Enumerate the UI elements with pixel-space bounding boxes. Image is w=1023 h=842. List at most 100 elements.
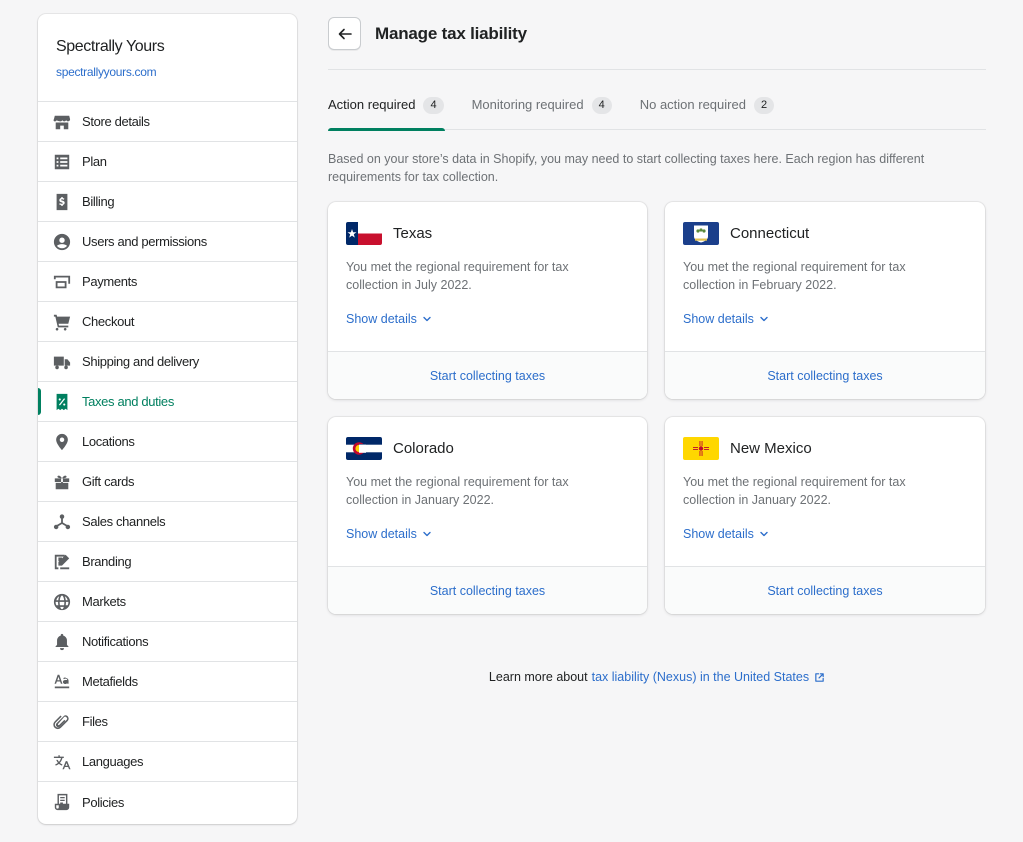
sidebar-item-label: Sales channels xyxy=(82,514,166,529)
show-details-link[interactable]: Show details xyxy=(346,527,432,541)
sidebar-item-policies[interactable]: Policies xyxy=(38,782,297,822)
tab-no-action-required[interactable]: No action required 2 xyxy=(639,96,775,130)
region-card-connecticut: Connecticut You met the regional require… xyxy=(665,202,985,399)
tab-label: Monitoring required xyxy=(471,97,584,112)
sidebar-item-label: Policies xyxy=(82,794,124,810)
chevron-down-icon xyxy=(760,316,768,322)
start-collecting-button[interactable]: Start collecting taxes xyxy=(665,566,985,614)
sidebar-item-label: Languages xyxy=(82,754,144,769)
page-title: Manage tax liability xyxy=(375,23,527,43)
region-name: New Mexico xyxy=(730,439,812,457)
tab-bar: Action required 4 Monitoring required 4 … xyxy=(328,70,986,131)
billing-icon xyxy=(52,192,72,212)
sidebar-item-label: Locations xyxy=(82,434,135,449)
sidebar-item-locations[interactable]: Locations xyxy=(38,422,297,462)
tab-action-required[interactable]: Action required 4 xyxy=(328,96,445,131)
region-card-texas: Texas You met the regional requirement f… xyxy=(328,202,647,399)
sidebar-item-branding[interactable]: Branding xyxy=(38,542,297,582)
sidebar-item-users-and-permissions[interactable]: Users and permissions xyxy=(38,222,297,262)
intro-text: Based on your store’s data in Shopify, y… xyxy=(328,152,925,184)
show-details-label: Show details xyxy=(346,527,417,541)
location-pin-icon xyxy=(52,432,72,452)
sidebar-item-label: Files xyxy=(82,714,108,729)
user-icon xyxy=(52,232,72,252)
sidebar-item-plan[interactable]: Plan xyxy=(38,142,297,182)
gift-icon xyxy=(52,472,72,492)
translate-icon xyxy=(52,752,72,772)
sidebar-item-label: Plan xyxy=(82,154,107,169)
tab-monitoring-required[interactable]: Monitoring required 4 xyxy=(472,96,612,130)
policy-icon xyxy=(52,792,72,812)
sidebar-item-shipping-and-delivery[interactable]: Shipping and delivery xyxy=(38,342,297,382)
requirement-text: You met the regional requirement for tax… xyxy=(683,260,906,292)
sidebar-item-label: Users and permissions xyxy=(82,234,207,249)
show-details-link[interactable]: Show details xyxy=(346,312,432,326)
sidebar-item-label: Billing xyxy=(82,194,115,209)
new-mexico-flag-icon xyxy=(683,436,719,460)
sidebar-item-label: Metafields xyxy=(82,674,138,689)
region-card-new-mexico: New Mexico You met the regional requirem… xyxy=(665,417,985,614)
tab-count-badge: 4 xyxy=(423,97,444,114)
tax-icon xyxy=(52,392,72,412)
requirement-text: You met the regional requirement for tax… xyxy=(346,475,569,507)
sidebar-item-files[interactable]: Files xyxy=(38,702,297,742)
sidebar-item-metafields[interactable]: Metafields xyxy=(38,662,297,702)
sidebar-item-notifications[interactable]: Notifications xyxy=(38,622,297,662)
tab-label: Action required xyxy=(328,97,416,112)
globe-icon xyxy=(52,592,72,612)
plan-icon xyxy=(52,152,72,172)
sidebar-item-payments[interactable]: Payments xyxy=(38,262,297,302)
texas-flag-icon xyxy=(346,221,382,245)
start-collecting-button[interactable]: Start collecting taxes xyxy=(328,566,647,614)
start-collecting-button[interactable]: Start collecting taxes xyxy=(665,351,985,399)
sidebar-item-checkout[interactable]: Checkout xyxy=(38,302,297,342)
sidebar-item-billing[interactable]: Billing xyxy=(38,182,297,222)
sidebar-item-store-details[interactable]: Store details xyxy=(38,102,297,142)
store-header: Spectrally Yours spectrallyyours.com xyxy=(38,14,297,102)
show-details-link[interactable]: Show details xyxy=(683,527,769,541)
sidebar-item-gift-cards[interactable]: Gift cards xyxy=(38,462,297,502)
connecticut-flag-icon xyxy=(683,221,719,245)
truck-icon xyxy=(52,352,72,372)
arrow-left-icon xyxy=(338,28,352,39)
chevron-down-icon xyxy=(423,531,431,537)
sidebar-item-label: Payments xyxy=(82,274,138,289)
show-details-label: Show details xyxy=(346,312,417,326)
tax-liability-link[interactable]: tax liability (Nexus) in the United Stat… xyxy=(592,670,809,684)
sidebar-item-label: Notifications xyxy=(82,634,149,649)
sidebar-item-markets[interactable]: Markets xyxy=(38,582,297,622)
page-header: Manage tax liability xyxy=(328,0,986,70)
requirement-text: You met the regional requirement for tax… xyxy=(346,260,569,292)
store-icon xyxy=(52,112,72,132)
sidebar-item-label: Taxes and duties xyxy=(82,394,174,409)
start-collecting-button[interactable]: Start collecting taxes xyxy=(328,351,647,399)
requirement-text: You met the regional requirement for tax… xyxy=(683,475,906,507)
payments-icon xyxy=(52,272,72,292)
channels-icon xyxy=(52,512,72,532)
show-details-label: Show details xyxy=(683,527,754,541)
sidebar-item-taxes-and-duties[interactable]: Taxes and duties xyxy=(38,382,297,422)
sidebar-item-label: Checkout xyxy=(82,314,135,329)
chevron-down-icon xyxy=(423,316,431,322)
external-link-icon xyxy=(815,672,824,682)
branding-icon xyxy=(52,552,72,572)
sidebar-item-label: Store details xyxy=(82,114,150,129)
paperclip-icon xyxy=(52,712,72,732)
tab-count-badge: 4 xyxy=(591,97,612,114)
sidebar-item-sales-channels[interactable]: Sales channels xyxy=(38,502,297,542)
sidebar-item-label: Branding xyxy=(82,554,132,569)
store-name: Spectrally Yours xyxy=(56,38,165,55)
tab-label: No action required xyxy=(639,97,746,112)
show-details-link[interactable]: Show details xyxy=(683,312,769,326)
sidebar-item-languages[interactable]: Languages xyxy=(38,742,297,782)
chevron-down-icon xyxy=(760,531,768,537)
bell-icon xyxy=(52,632,72,652)
sidebar-item-label: Markets xyxy=(82,594,126,609)
back-button[interactable] xyxy=(328,17,361,50)
learn-more-prefix: Learn more about xyxy=(488,670,588,684)
settings-sidebar: Spectrally Yours spectrallyyours.com Sto… xyxy=(38,14,297,824)
region-name: Connecticut xyxy=(730,224,810,242)
cart-icon xyxy=(52,312,72,332)
region-name: Texas xyxy=(393,224,433,242)
store-url-link[interactable]: spectrallyyours.com xyxy=(56,65,279,79)
